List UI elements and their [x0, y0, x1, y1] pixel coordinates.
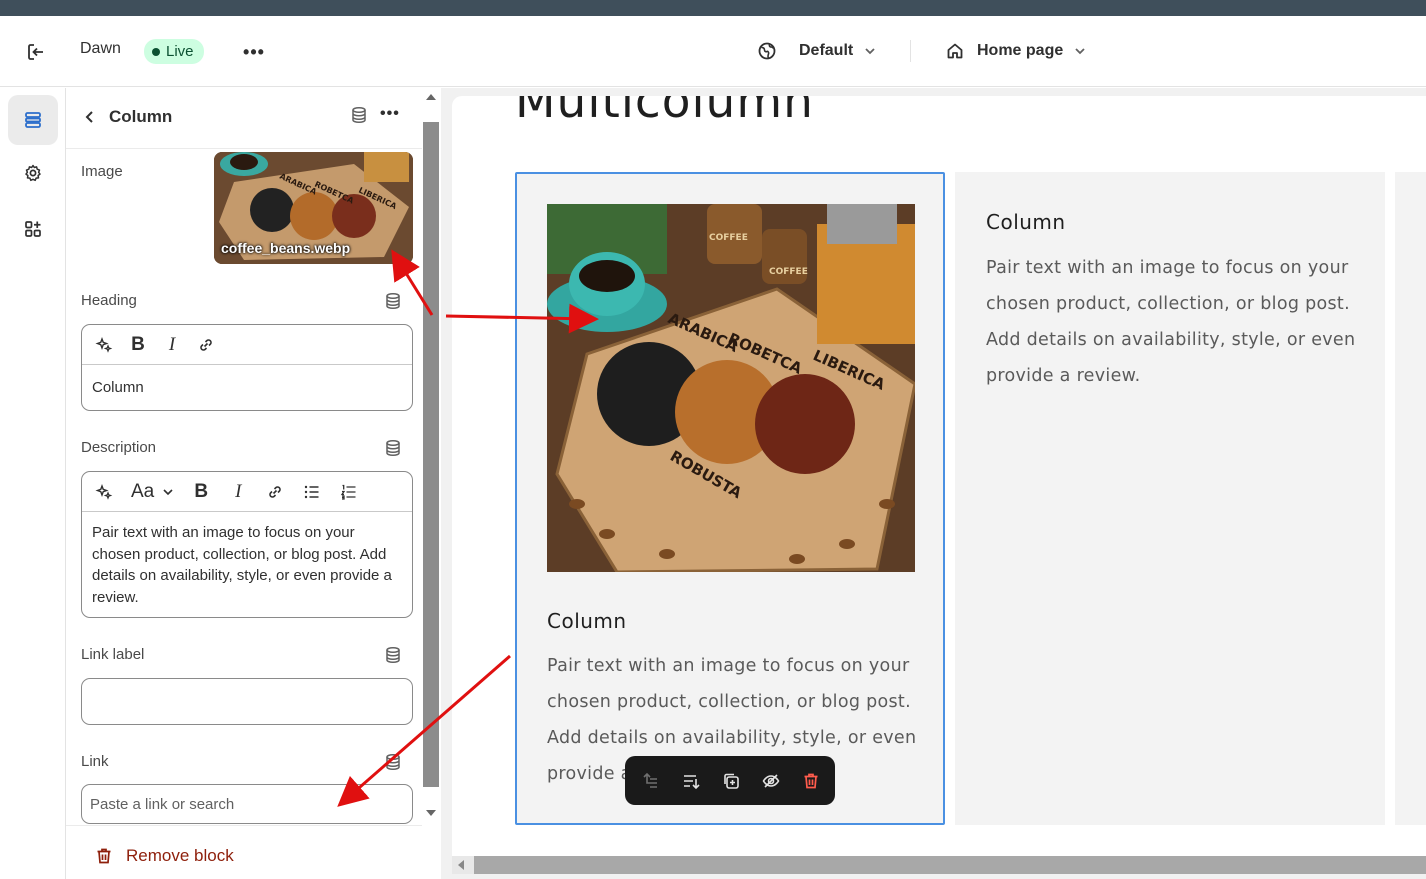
editor-topbar: Dawn Live ••• Default Home page: [0, 16, 1426, 87]
hide-icon[interactable]: [759, 769, 783, 793]
remove-block-button[interactable]: Remove block: [94, 846, 234, 866]
home-icon: [943, 38, 967, 64]
bold-icon[interactable]: B: [128, 333, 148, 357]
database-icon[interactable]: [384, 292, 402, 310]
panel-scrollbar[interactable]: [422, 88, 440, 828]
remove-block-label: Remove block: [126, 846, 234, 865]
description-editor: Aa B I Pair text with an image to focus …: [81, 471, 413, 618]
theme-settings-icon[interactable]: [8, 148, 58, 198]
theme-name: Dawn: [80, 40, 121, 57]
sections-icon[interactable]: [8, 95, 58, 145]
panel-header: Column •••: [66, 88, 422, 149]
page-selector-label: Home page: [977, 42, 1064, 59]
description-input[interactable]: Pair text with an image to focus on your…: [82, 512, 412, 618]
preview-horizontal-scrollbar[interactable]: [452, 856, 1426, 874]
image-label: Image: [81, 163, 123, 180]
remove-row: Remove block: [66, 825, 422, 879]
svg-text:COFFEE: COFFEE: [769, 267, 808, 277]
link-label-input[interactable]: [81, 678, 413, 725]
scroll-left-icon[interactable]: [458, 860, 464, 870]
chevron-down-icon: [163, 488, 173, 495]
move-up-icon[interactable]: [639, 769, 663, 793]
move-down-icon[interactable]: [679, 769, 703, 793]
block-settings-panel: Column ••• Image ARABICA ROBETCA LIBERIC…: [66, 88, 422, 879]
coffee-image: ARABICA ROBETCA LIBERICA ROBUSTA COFFEE …: [547, 204, 915, 572]
ai-sparkle-icon[interactable]: [94, 333, 114, 357]
multicolumn-title: Multicolumn: [515, 96, 814, 129]
browser-strip: [0, 0, 1426, 16]
context-selector[interactable]: Default: [799, 42, 877, 60]
apps-icon[interactable]: [8, 204, 58, 254]
column-text: Pair text with an image to focus on your…: [986, 258, 1356, 386]
scroll-up-icon[interactable]: [426, 94, 436, 100]
text-format-dropdown[interactable]: Aa: [131, 480, 174, 504]
link-icon[interactable]: [196, 333, 216, 357]
link-input[interactable]: Paste a link or search: [81, 784, 413, 824]
live-dot-icon: [152, 47, 160, 56]
database-icon[interactable]: [384, 439, 402, 457]
bullet-list-icon[interactable]: [302, 480, 322, 504]
bold-icon[interactable]: B: [191, 480, 211, 504]
database-icon[interactable]: [350, 106, 368, 129]
block-floating-toolbar: [625, 756, 835, 805]
column-card[interactable]: Column Pair text with an image to focus …: [955, 172, 1385, 825]
trash-icon: [97, 848, 111, 864]
back-arrow-icon[interactable]: [80, 107, 100, 127]
panel-title: Column: [109, 107, 173, 126]
horizontal-scroll-thumb[interactable]: [474, 856, 1426, 874]
description-label: Description: [81, 439, 157, 456]
image-filename: coffee_beans.webp: [221, 240, 351, 256]
heading-toolbar: B I: [82, 325, 412, 365]
column-card-partial[interactable]: [1395, 172, 1426, 825]
link-icon[interactable]: [265, 480, 285, 504]
description-toolbar: Aa B I: [82, 472, 412, 512]
divider: [910, 40, 911, 62]
context-label: Default: [799, 42, 854, 59]
sidebar-rail: [0, 88, 66, 879]
page-selector[interactable]: Home page: [977, 42, 1087, 60]
chevron-down-icon: [1075, 48, 1085, 55]
database-icon[interactable]: [384, 646, 402, 664]
column-card-selected[interactable]: ARABICA ROBETCA LIBERICA ROBUSTA COFFEE …: [515, 172, 945, 825]
more-actions-icon[interactable]: •••: [240, 38, 268, 66]
duplicate-icon[interactable]: [719, 769, 743, 793]
chevron-down-icon: [865, 48, 875, 55]
column-heading: Column: [986, 210, 1066, 234]
delete-icon[interactable]: [799, 769, 823, 793]
globe-icon[interactable]: [754, 38, 780, 64]
text-format-label: Aa: [131, 480, 155, 502]
heading-input[interactable]: Column: [82, 365, 412, 410]
heading-label: Heading: [81, 292, 137, 309]
image-picker-thumbnail[interactable]: ARABICA ROBETCA LIBERICA coffee_beans.we…: [214, 152, 413, 264]
database-icon[interactable]: [384, 753, 402, 771]
exit-icon[interactable]: [22, 38, 50, 66]
svg-text:COFFEE: COFFEE: [709, 233, 748, 243]
scroll-thumb[interactable]: [423, 122, 439, 787]
heading-editor: B I Column: [81, 324, 413, 411]
store-preview: Multicolumn ARABICA ROBETCA LIBERICA ROB…: [452, 96, 1426, 856]
link-label-label: Link label: [81, 646, 145, 663]
ai-sparkle-icon[interactable]: [94, 480, 114, 504]
link-field-label: Link: [81, 753, 109, 770]
scroll-down-icon[interactable]: [426, 810, 436, 816]
column-heading: Column: [547, 609, 627, 633]
live-badge-label: Live: [166, 43, 194, 60]
italic-icon[interactable]: I: [228, 480, 248, 504]
numbered-list-icon[interactable]: [339, 480, 359, 504]
italic-icon[interactable]: I: [162, 333, 182, 357]
more-options-icon[interactable]: •••: [380, 105, 400, 123]
live-badge: Live: [144, 39, 204, 64]
